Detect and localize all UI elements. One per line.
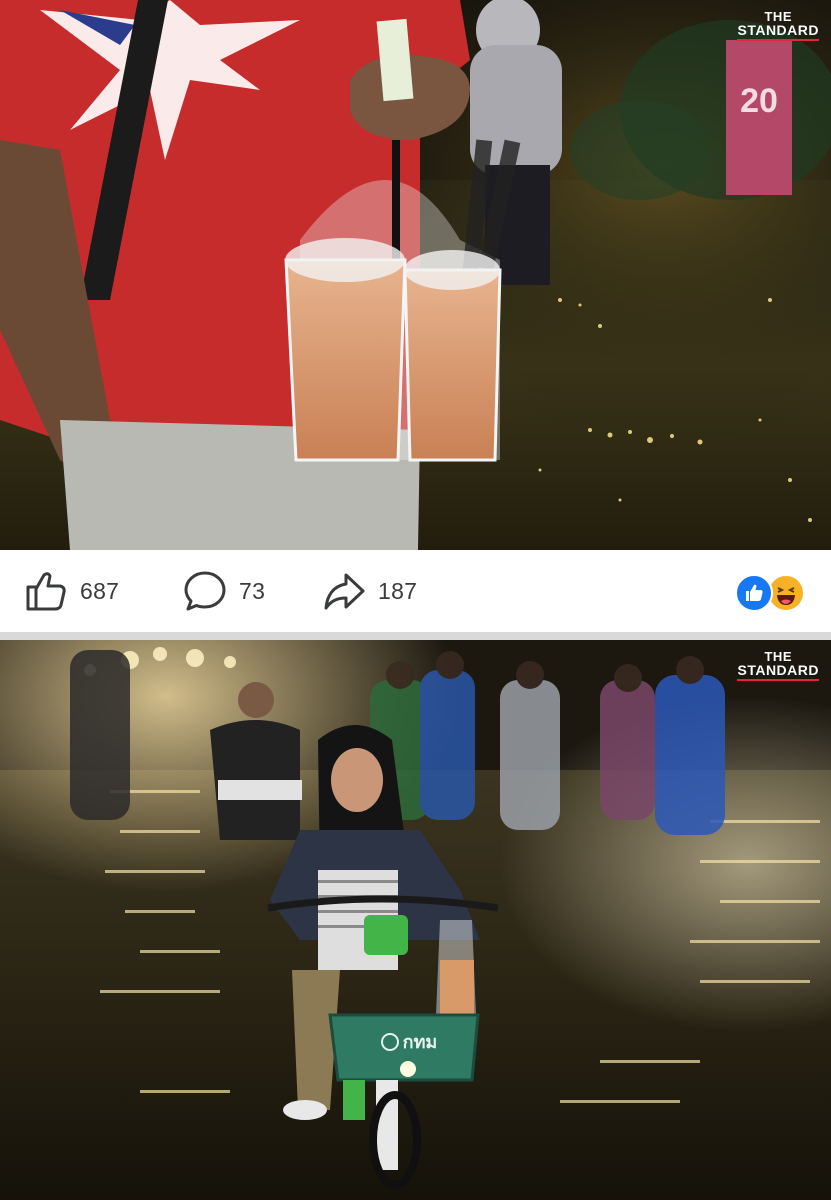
post-action-bar: 687 73 187 — [0, 550, 831, 632]
share-button[interactable]: 187 — [322, 550, 417, 632]
flood-photo-bicycle[interactable]: กทม THE STANDARD — [0, 640, 831, 1200]
photo-bicycle-illustration: กทม — [0, 640, 831, 1200]
photo-drinks-illustration: 20 — [0, 0, 831, 550]
like-button[interactable]: 687 — [24, 550, 119, 632]
flood-photo-drinks[interactable]: 20 THE STANDARD — [0, 0, 831, 550]
comment-bubble-icon — [184, 571, 226, 611]
reaction-summary[interactable] — [735, 574, 807, 612]
like-reaction-icon — [735, 574, 773, 612]
thumbs-up-icon — [26, 572, 66, 611]
banner-number: 20 — [740, 82, 778, 120]
watermark-line2: STANDARD — [737, 22, 819, 38]
watermark-underline — [737, 39, 819, 41]
comment-button[interactable]: 73 — [183, 550, 265, 632]
share-count: 187 — [378, 577, 418, 604]
watermark-underline — [737, 679, 819, 681]
watermark-line2: STANDARD — [737, 662, 819, 678]
the-standard-watermark: THE STANDARD — [737, 10, 819, 41]
share-arrow-icon — [324, 573, 365, 610]
like-count: 687 — [80, 577, 120, 604]
the-standard-watermark: THE STANDARD — [737, 650, 819, 681]
basket-label: กทม — [403, 1032, 438, 1053]
post-separator — [0, 632, 831, 640]
comment-count: 73 — [239, 577, 266, 604]
